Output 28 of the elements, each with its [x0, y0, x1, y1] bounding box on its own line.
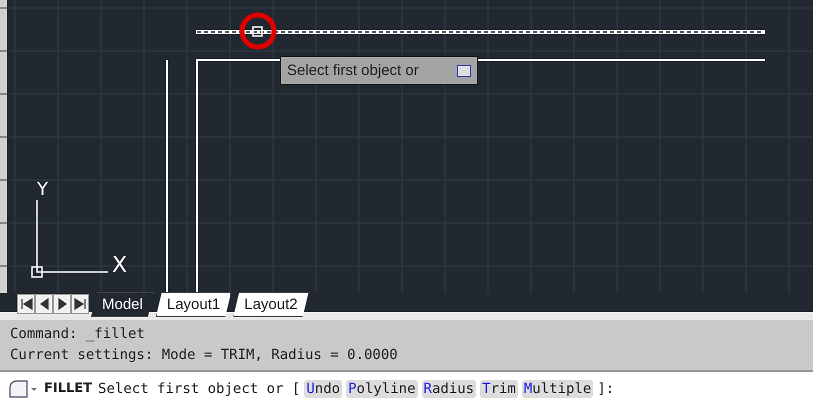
command-history-line: Current settings: Mode = TRIM, Radius = 0.0000 [10, 346, 399, 365]
command-option[interactable]: Multiple [522, 380, 594, 398]
command-prompt-end: ]: [597, 380, 614, 396]
layout-tab[interactable]: Layout1 [156, 292, 232, 317]
last-icon [73, 297, 87, 311]
command-history-line: Command: _fillet [10, 325, 146, 344]
tab-nav-button[interactable] [35, 294, 53, 314]
selected-line[interactable] [196, 30, 765, 34]
layout-tab[interactable]: Model [91, 292, 154, 317]
first-icon [19, 297, 33, 311]
command-option[interactable]: Trim [480, 380, 518, 398]
command-prompt: Select first object or [ [98, 380, 300, 396]
y-axis-label: Y [37, 179, 48, 200]
command-name: FILLET [44, 381, 92, 396]
expand-icon[interactable] [457, 64, 471, 76]
command-option[interactable]: Undo [304, 380, 342, 398]
highlight-circle [240, 12, 276, 50]
command-option[interactable]: Polyline [346, 380, 418, 398]
ucs-axes-icon [31, 200, 108, 278]
command-option[interactable]: Radius [422, 380, 476, 398]
x-axis-label: X [112, 253, 128, 278]
tooltip-text: Select first object or [287, 62, 419, 79]
tab-nav-button[interactable] [17, 294, 35, 314]
layout-tab[interactable]: Layout2 [233, 292, 309, 317]
tab-nav-button[interactable] [71, 294, 89, 314]
fillet-command-icon[interactable] [8, 378, 38, 398]
pickbox-cursor [252, 26, 263, 37]
tab-nav-button[interactable] [53, 294, 71, 314]
